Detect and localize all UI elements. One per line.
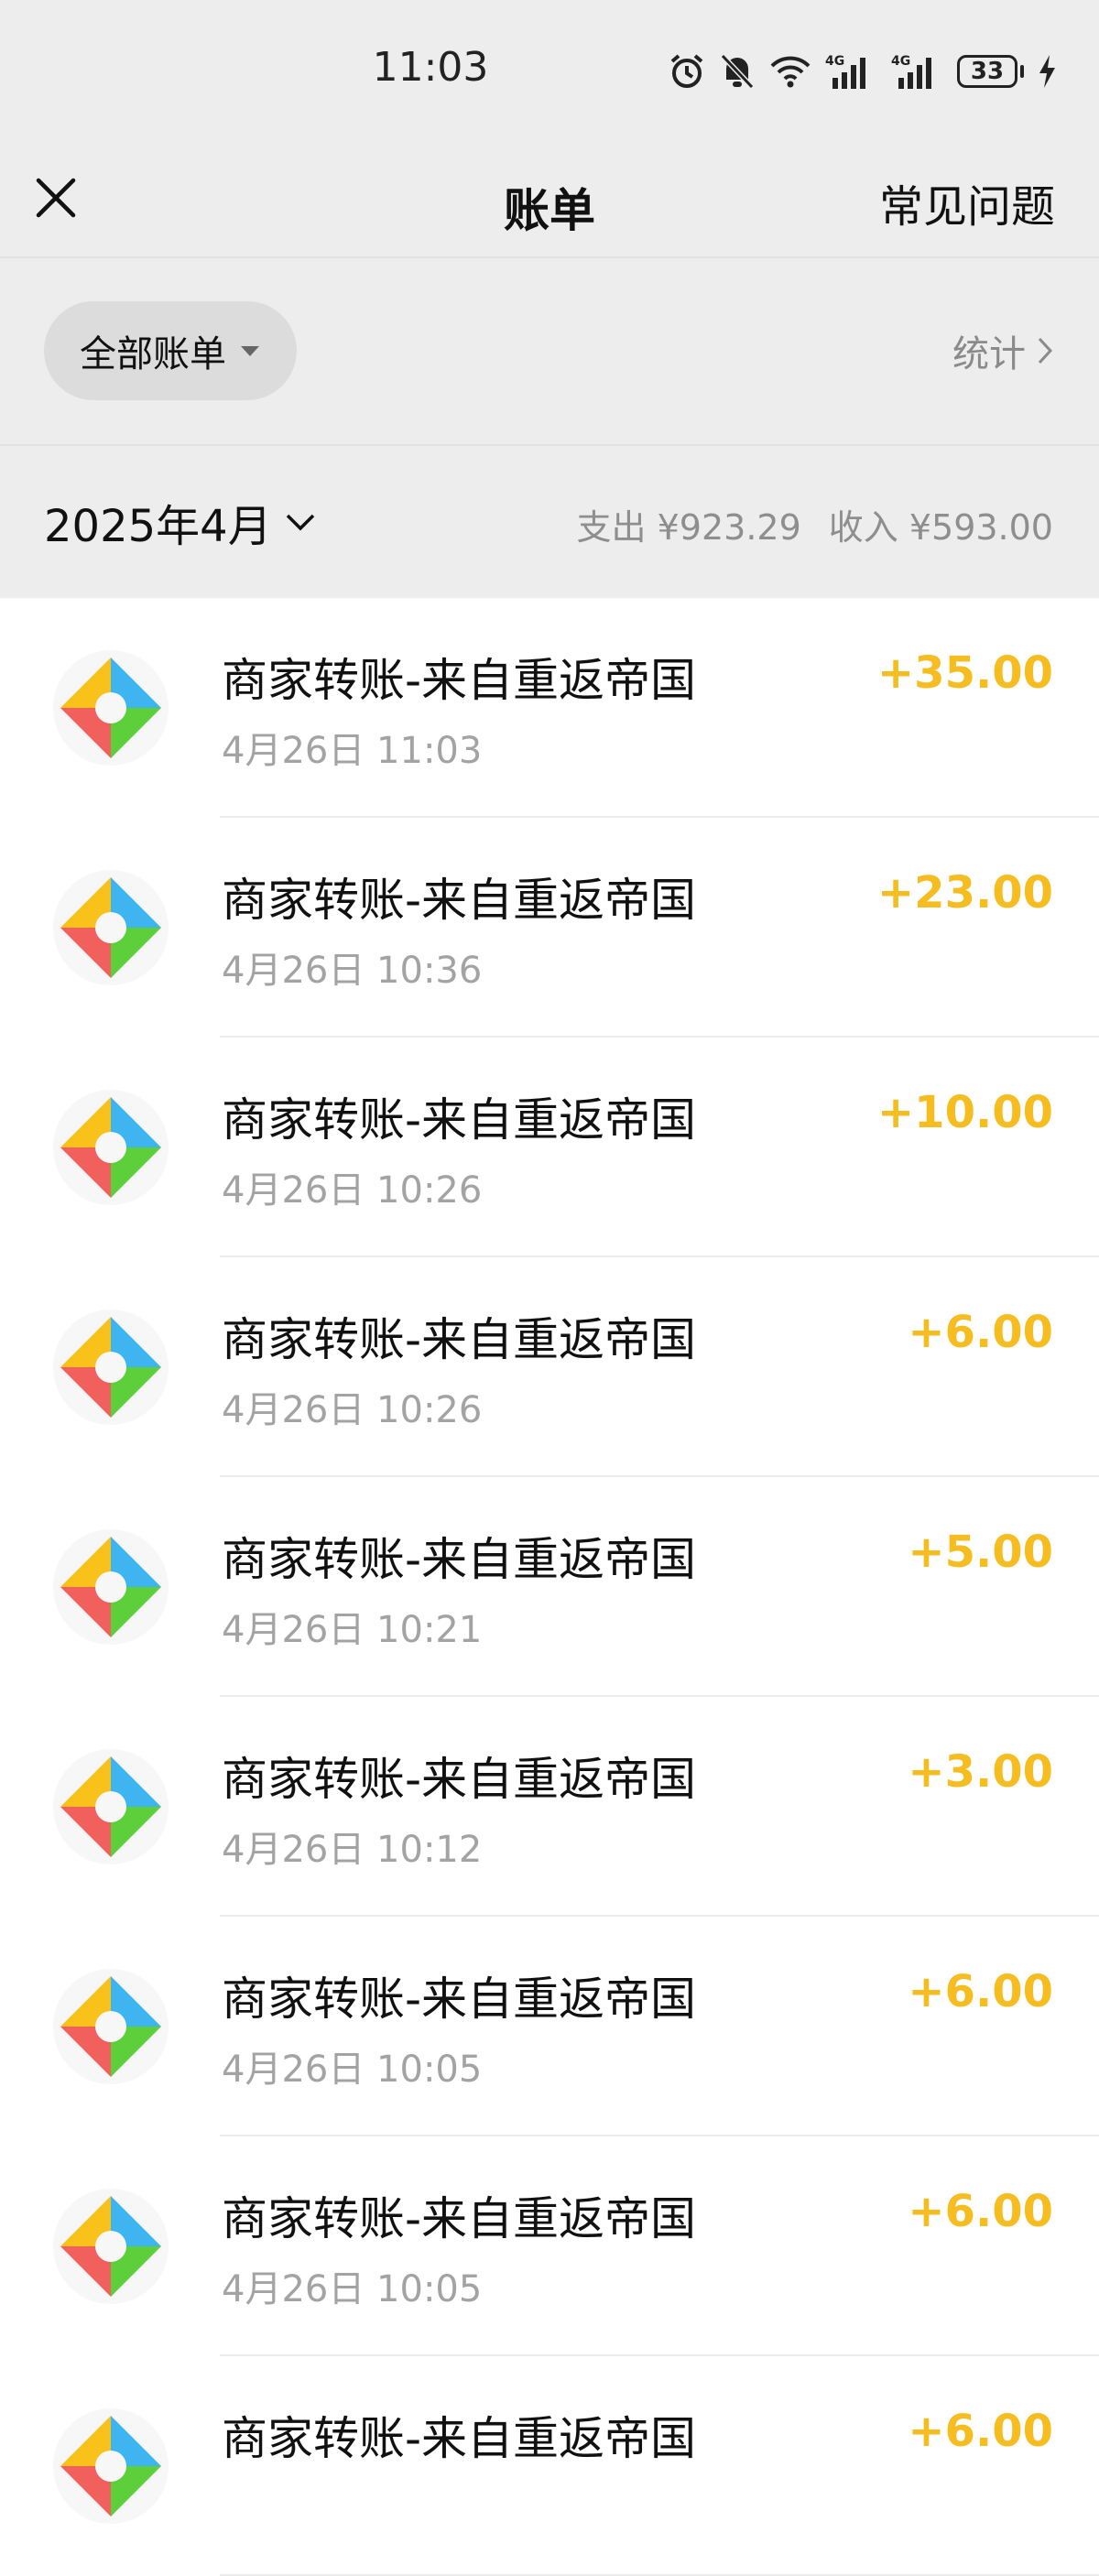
battery-icon: 33 [957,55,1024,88]
mute-bell-icon [719,52,756,91]
expense-total: 支出 ¥923.29 [576,507,801,548]
transaction-title: 商家转账-来自重返帝国 [222,1753,697,1806]
wifi-icon [768,53,812,90]
merchant-logo-icon [53,1969,169,2084]
month-totals: 支出 ¥923.29 收入 ¥593.00 [577,499,1053,549]
merchant-logo-icon [53,2408,169,2524]
filter-bar: 全部账单 统计 [0,256,1099,444]
status-icons: 4G 4G 33 [668,51,1057,92]
transaction-time: 4月26日 10:12 [222,1829,483,1871]
month-selector[interactable]: 2025年4月 [44,490,316,554]
transaction-time: 4月26日 10:36 [222,950,483,992]
merchant-logo-icon [53,650,169,766]
transaction-time: 4月26日 10:05 [222,2268,483,2310]
transaction-amount: +23.00 [876,867,1053,918]
transaction-item[interactable]: 商家转账-来自重返帝国 4月26日 10:26 +10.00 [0,1038,1099,1257]
chevron-right-icon [1038,337,1053,364]
transaction-title: 商家转账-来自重返帝国 [222,1313,697,1366]
transaction-item[interactable]: 商家转账-来自重返帝国 4月26日 10:05 +6.00 [0,2136,1099,2356]
faq-link[interactable]: 常见问题 [879,170,1055,234]
signal-4g-icon: 4G [825,52,878,91]
transaction-time: 4月26日 10:26 [222,1169,483,1212]
transaction-amount: +6.00 [908,2186,1053,2237]
transaction-title: 商家转账-来自重返帝国 [222,1093,697,1147]
transaction-item[interactable]: 商家转账-来自重返帝国 4月26日 10:12 +3.00 [0,1697,1099,1917]
transaction-amount: +6.00 [908,1307,1053,1358]
transaction-title: 商家转账-来自重返帝国 [222,874,697,927]
transaction-item[interactable]: 商家转账-来自重返帝国 4月26日 10:21 +5.00 [0,1477,1099,1697]
transaction-item[interactable]: 商家转账-来自重返帝国 4月26日 10:26 +6.00 [0,1257,1099,1477]
month-label: 2025年4月 [44,501,272,552]
transaction-amount: +6.00 [908,2406,1053,2457]
transaction-amount: +10.00 [876,1087,1053,1138]
transaction-amount: +6.00 [908,1966,1053,2017]
transaction-amount: +3.00 [908,1746,1053,1798]
merchant-logo-icon [53,1310,169,1425]
nav-bar: 账单 常见问题 [0,147,1099,256]
charging-icon [1037,53,1057,90]
stats-label: 统计 [952,333,1026,375]
merchant-logo-icon [53,870,169,985]
merchant-logo-icon [53,1090,169,1205]
merchant-logo-icon [53,2189,169,2304]
transaction-title: 商家转账-来自重返帝国 [222,1973,697,2026]
stats-link[interactable]: 统计 [952,324,1053,377]
transaction-title: 商家转账-来自重返帝国 [222,2412,697,2465]
signal-4g-icon: 4G [891,52,944,91]
transaction-time: 4月26日 10:26 [222,1389,483,1431]
close-button[interactable] [33,170,79,225]
bill-filter-label: 全部账单 [80,333,226,375]
transaction-time: 4月26日 10:21 [222,1609,483,1651]
transaction-amount: +5.00 [908,1527,1053,1578]
signal-label: 4G [825,54,844,69]
caret-down-icon [241,346,259,356]
transaction-title: 商家转账-来自重返帝国 [222,1533,697,1586]
battery-level: 33 [957,55,1017,88]
merchant-logo-icon [53,1749,169,1864]
transaction-list: 商家转账-来自重返帝国 4月26日 11:03 +35.00 商家转账-来自重返帝国 4… [0,598,1099,2576]
alarm-icon [668,52,706,91]
bill-filter-dropdown[interactable]: 全部账单 [44,301,297,400]
merchant-logo-icon [53,1529,169,1645]
transaction-item[interactable]: 商家转账-来自重返帝国 4月26日 10:36 +23.00 [0,818,1099,1038]
close-icon [36,178,76,218]
transaction-time: 4月26日 10:05 [222,2049,483,2091]
transaction-title: 商家转账-来自重返帝国 [222,654,697,707]
transaction-time: 4月26日 11:03 [222,730,483,772]
transaction-item[interactable]: 商家转账-来自重返帝国 +6.00 [0,2356,1099,2576]
income-total: 收入 ¥593.00 [828,507,1053,548]
transaction-item[interactable]: 商家转账-来自重返帝国 4月26日 10:05 +6.00 [0,1917,1099,2136]
chevron-down-icon [286,514,314,531]
month-summary-bar: 2025年4月 支出 ¥923.29 收入 ¥593.00 [0,444,1099,598]
transaction-item[interactable]: 商家转账-来自重返帝国 4月26日 11:03 +35.00 [0,598,1099,818]
signal-label: 4G [891,54,910,69]
transaction-amount: +35.00 [876,647,1053,699]
transaction-title: 商家转账-来自重返帝国 [222,2192,697,2245]
status-bar: 11:03 4G 4G 33 [0,0,1099,147]
